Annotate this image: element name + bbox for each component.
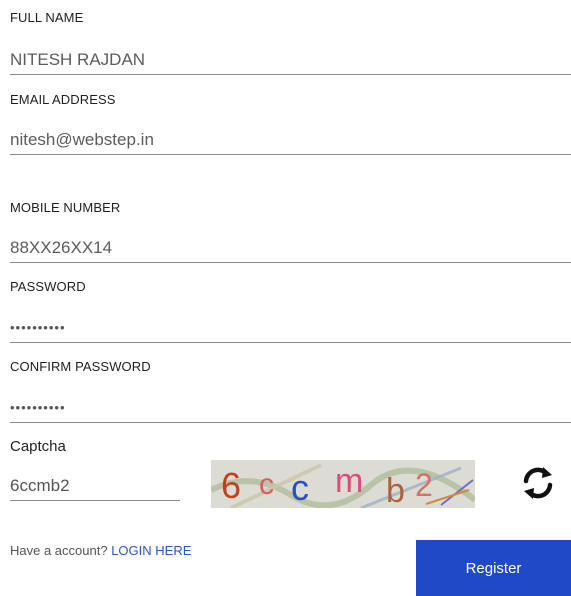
have-account-text: Have a account? [10, 543, 108, 558]
captcha-input[interactable] [10, 471, 180, 501]
full-name-label: FULL NAME [10, 10, 84, 25]
email-label: EMAIL ADDRESS [10, 92, 116, 107]
refresh-icon [523, 467, 553, 499]
captcha-char: c [259, 468, 274, 501]
confirm-password-label: CONFIRM PASSWORD [10, 359, 151, 374]
refresh-captcha-button[interactable] [518, 463, 558, 503]
captcha-label: Captcha [10, 438, 66, 455]
login-prompt: Have a account? LOGIN HERE [10, 543, 191, 558]
captcha-char: m [335, 462, 363, 500]
login-link[interactable]: LOGIN HERE [111, 543, 191, 558]
full-name-field[interactable] [10, 45, 571, 75]
captcha-char: c [291, 467, 309, 508]
email-field[interactable] [10, 125, 571, 155]
captcha-char: 2 [415, 467, 433, 503]
captcha-char: b [386, 472, 405, 508]
confirm-password-field[interactable] [10, 393, 571, 423]
password-field[interactable] [10, 313, 571, 343]
mobile-field[interactable] [10, 233, 571, 263]
captcha-char: 6 [221, 465, 241, 506]
password-label: PASSWORD [10, 279, 86, 294]
mobile-label: MOBILE NUMBER [10, 200, 121, 215]
captcha-image: 6 c c m b 2 [211, 460, 475, 508]
register-button[interactable]: Register [416, 540, 571, 596]
